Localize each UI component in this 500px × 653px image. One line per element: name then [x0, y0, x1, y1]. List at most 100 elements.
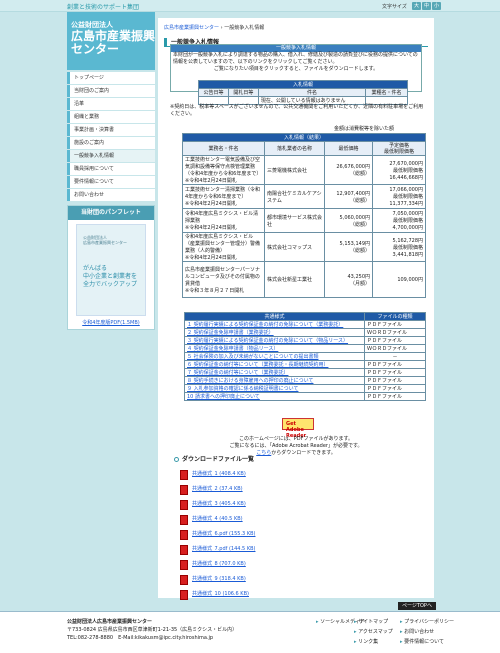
font-size-small-button[interactable]: 小: [432, 2, 441, 10]
results-caption: 入札情報（結果）: [182, 133, 426, 142]
amount-note: 金額は消費税等を除いた額: [334, 126, 395, 132]
result-min-label: 最低制限価格: [392, 194, 423, 200]
pamphlet-cover[interactable]: 公益財団法人 広島市産業振興センター がんばる 中小企業と創業者を 全力でバック…: [76, 224, 146, 316]
result-bid: 5,060,000円: [339, 214, 370, 221]
sidebar-item-requirements[interactable]: 要件情報について: [67, 176, 155, 188]
main-content: 広島市産業振興センター › 一般競争入札情報 一般競争入札情報 一般競争入札情報…: [158, 18, 434, 600]
result-min-label: 最低制限価格: [392, 244, 423, 251]
sidebar-item-facilities[interactable]: 施設のご案内: [67, 137, 155, 149]
form-link[interactable]: ４ 契約保証金免除申請書（物品リース）: [187, 346, 278, 352]
result-vendor: 株式会社コマップス: [264, 232, 325, 262]
footer-link-contact[interactable]: お問い合わせ: [400, 627, 454, 637]
bid-info-header: 件名: [257, 88, 367, 97]
form-link[interactable]: ５ 社会保険の加入及び未納がないことについての提出書類: [187, 354, 318, 360]
sidebar-item-organization[interactable]: 組織と業務: [67, 111, 155, 123]
footer-link-requirements[interactable]: 要件情報について: [400, 637, 454, 647]
download-file-link[interactable]: 共通様式_9 (318.4 KB): [192, 572, 246, 587]
result-price: 27,670,000円: [389, 160, 423, 167]
footer-link-access[interactable]: アクセスマップ: [354, 627, 393, 637]
form-link[interactable]: ３ 契約履行実績による契約保証金の納付の免除について（物品リース）: [187, 338, 348, 344]
sidebar-item-contact[interactable]: お問い合わせ: [67, 189, 155, 201]
download-file-link[interactable]: 共通様式_10 (106.6 KB): [192, 587, 249, 602]
result-vendor: 都市環境サービス株式会社: [264, 208, 325, 233]
form-link[interactable]: ９ 入札参加資格の確認に係る納税証明書について: [187, 386, 298, 392]
pdf-icon: [180, 530, 188, 540]
sidebar-item-plan[interactable]: 事業計画・決算書: [67, 124, 155, 136]
download-file-link[interactable]: 共通様式_1 (408.4 KB): [192, 467, 246, 482]
result-bid-note: （月額）: [349, 280, 370, 287]
footer-link-privacy[interactable]: プライバシーポリシー: [400, 617, 454, 627]
result-note: ※令和4年2月24日開札: [185, 255, 237, 261]
adobe-download-link[interactable]: こちら: [256, 450, 271, 456]
result-bid: 43,250円: [347, 273, 371, 280]
result-bid-note: （総額）: [349, 197, 370, 204]
result-vendor: 南陽合社ケミカルケアシステム: [264, 184, 325, 209]
list-item: 共通様式_1 (408.4 KB): [180, 467, 380, 482]
download-file-link[interactable]: 共通様式_2 (37.4 KB): [192, 482, 243, 497]
table-row: 令和4年度広島ミクシス・ビル（産業振興センター管理分）警備業務（人的警備） ※令和…: [182, 232, 426, 262]
pdf-icon: [180, 575, 188, 585]
form-type: ＰＤＦファイル: [364, 384, 426, 393]
footer: 公益財団法人広島市産業振興センター 〒733-0824 広島県広島市西区草津新町…: [0, 611, 500, 653]
form-link[interactable]: 10 請求書への押印廃止について: [187, 394, 260, 400]
circle-bullet-icon: [174, 457, 179, 462]
footer-link-links[interactable]: リンク集: [354, 637, 393, 647]
form-link[interactable]: ８ 契約手続きにおける身障雇用への押印の廃止について: [187, 378, 313, 384]
pdf-icon: [180, 590, 188, 600]
adobe-line-3: からダウンロードできます。: [271, 450, 336, 456]
form-link[interactable]: ６ 契約保証金の納付等について（業務委託・長期継続契約用）: [187, 362, 328, 368]
sidebar-item-top[interactable]: トップページ: [67, 72, 155, 84]
adobe-reader-badge[interactable]: Get Adobe Reader: [282, 418, 314, 439]
download-file-link[interactable]: 共通様式_7.pdf (144.5 KB): [192, 542, 255, 557]
font-size-medium-button[interactable]: 中: [422, 2, 431, 10]
sidebar-item-bidding[interactable]: 一般競争入札情報: [67, 150, 155, 162]
result-note: ※令和３年８月２７日開札: [185, 287, 245, 294]
breadcrumb-current: 一般競争入札情報: [224, 25, 265, 31]
form-link[interactable]: １ 契約履行実績による契約保証金の納付の免除について（業務委託）: [187, 322, 343, 328]
list-item: 共通様式_4 (40.5 KB): [180, 512, 380, 527]
result-name: 工業技術センター電気設備及び空気調和設備等保守点検管理業務（令和4年度から令和6…: [185, 157, 262, 177]
result-name: 令和4年度広島ミクシス・ビル清掃業務: [185, 211, 259, 224]
download-file-link[interactable]: 共通様式_6.pdf (155.3 KB): [192, 527, 255, 542]
download-title: ダウンロードファイル一覧: [182, 456, 255, 463]
bid-info-header: 業種名・件名: [365, 88, 408, 97]
download-file-link[interactable]: 共通様式_4 (40.5 KB): [192, 512, 243, 527]
sidebar-item-history[interactable]: 沿革: [67, 98, 155, 110]
list-item: 共通様式_6.pdf (155.3 KB): [180, 527, 380, 542]
footer-contact: TEL:082-278-8880 E-Mail:kikakusm@ipc.cit…: [67, 635, 214, 641]
download-file-link[interactable]: 共通様式_8 (707.0 KB): [192, 557, 246, 572]
site-logo[interactable]: 公益財団法人 広島市産業振興センター: [67, 12, 155, 70]
font-size-large-button[interactable]: 大: [412, 2, 421, 10]
list-item: 共通様式_7.pdf (144.5 KB): [180, 542, 380, 557]
table-row: ４ 契約保証金免除申請書（物品リース） ＷＯＲＤファイル: [184, 344, 426, 353]
result-name: 工業技術センター清掃業務（令和4年度から令和6年度まで）: [185, 187, 261, 200]
logo-name: 広島市産業振興センター: [71, 29, 156, 56]
result-min-price: 16,446,668円: [389, 174, 423, 181]
pamphlet-box: 当財団のパンフレット 公益財団法人 広島市産業振興センター がんばる 中小企業と…: [67, 205, 155, 330]
sidebar-nav: トップページ 当財団のご案内 沿革 組織と業務 事業計画・決算書 施設のご案内 …: [67, 72, 155, 202]
sidebar: 公益財団法人 広島市産業振興センター トップページ 当財団のご案内 沿革 組織と…: [67, 12, 155, 612]
results-header: 最低価格: [324, 141, 373, 156]
sidebar-item-recruit[interactable]: 職員採用について: [67, 163, 155, 175]
table-row: ６ 契約保証金の納付等について（業務委託・長期継続契約用） ＰＤＦファイル: [184, 360, 426, 369]
table-row: 工業技術センター清掃業務（令和4年度から令和6年度まで） ※令和4年2月24日開札…: [182, 184, 426, 209]
pamphlet-title: 当財団のパンフレット: [68, 206, 154, 220]
download-file-link[interactable]: 共通様式_3 (405.4 KB): [192, 497, 246, 512]
download-heading: ダウンロードファイル一覧: [174, 454, 254, 463]
font-size-label: 文字サイズ: [382, 4, 407, 10]
breadcrumb-home[interactable]: 広島市産業振興センター: [164, 25, 219, 31]
result-price: 5,162,728円: [392, 237, 423, 244]
page-top-button[interactable]: ページTOPへ: [398, 602, 436, 610]
pdf-icon: [180, 470, 188, 480]
table-row: １ 契約履行実績による契約保証金の納付の免除について（業務委託） ＰＤＦファイル: [184, 320, 426, 329]
pdf-icon: [180, 545, 188, 555]
table-row: ９ 入札参加資格の確認に係る納税証明書について ＰＤＦファイル: [184, 384, 426, 393]
pamphlet-pdf-link[interactable]: 令和4年度版PDF(1.5MB): [68, 319, 154, 326]
sidebar-item-about[interactable]: 当財団のご案内: [67, 85, 155, 97]
pdf-icon: [180, 485, 188, 495]
footer-link-sitemap[interactable]: サイトマップ: [354, 617, 393, 627]
results-header: 予定価格 最低制限価格: [372, 141, 426, 156]
result-bid: 5,153,149円: [339, 241, 370, 247]
form-link[interactable]: ２ 契約保証金免除申請書（業務委託）: [187, 330, 274, 336]
form-link[interactable]: ７ 契約保証金の納付等について（業務委託）: [187, 370, 288, 376]
